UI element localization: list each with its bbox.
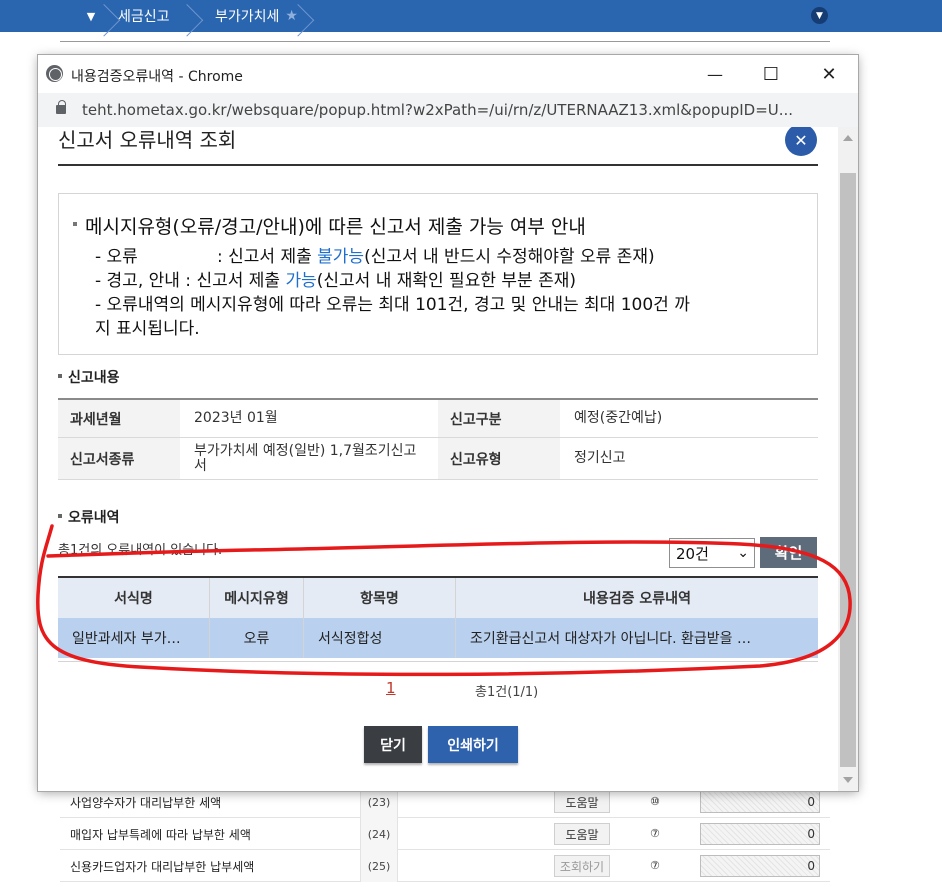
table-row: 과세년월 2023년 01월 신고구분 예정(중간예납) bbox=[58, 400, 818, 438]
notice-line-warning: - 경고, 안내 : 신고서 제출 가능(신고서 내 재확인 필요한 부분 존재… bbox=[95, 271, 576, 291]
chevron-down-icon[interactable]: ▼ bbox=[811, 7, 828, 24]
error-count-text: 총1건의 오류내역이 있습니다. bbox=[58, 543, 223, 558]
row-label: 신용카드업자가 대리납부한 납부세액 bbox=[70, 860, 255, 874]
amount-field[interactable]: 0 bbox=[700, 855, 820, 877]
column-header: 메시지유형 bbox=[210, 578, 304, 618]
row-mark: ⑦ bbox=[650, 827, 660, 840]
header-cell: 신고유형 bbox=[438, 438, 560, 479]
breadcrumb-separator bbox=[298, 0, 312, 32]
close-icon[interactable]: ✕ bbox=[785, 127, 817, 156]
window-titlebar: 내용검증오류내역 - Chrome — ☐ ✕ bbox=[38, 55, 858, 93]
window-close-button[interactable]: ✕ bbox=[800, 55, 858, 93]
row-mark: ⑦ bbox=[650, 859, 660, 872]
value-cell: 정기신고 bbox=[574, 450, 626, 466]
minimize-button[interactable]: — bbox=[686, 55, 744, 93]
table-row: 신용카드업자가 대리납부한 납부세액 (25) 조회하기 ⑦ 0 bbox=[60, 850, 830, 882]
print-button[interactable]: 인쇄하기 bbox=[428, 726, 518, 763]
form-name-cell[interactable]: 일반과세자 부가… bbox=[58, 618, 210, 658]
maximize-button[interactable]: ☐ bbox=[742, 55, 800, 93]
url-text[interactable]: teht.hometax.go.kr/websquare/popup.html?… bbox=[82, 101, 793, 119]
close-button[interactable]: 닫기 bbox=[364, 726, 422, 763]
globe-icon bbox=[46, 65, 63, 82]
section-title-errors: 오류내역 bbox=[58, 507, 120, 527]
scroll-up-arrow-icon[interactable] bbox=[843, 135, 853, 141]
breadcrumb-label: 세금신고 bbox=[118, 9, 170, 25]
item-name-cell[interactable]: 서식정합성 bbox=[304, 618, 456, 658]
error-table: 서식명 메시지유형 항목명 내용검증 오류내역 일반과세자 부가… 오류 서식정… bbox=[58, 576, 818, 662]
vertical-scrollbar[interactable] bbox=[838, 127, 858, 791]
table-header-row: 서식명 메시지유형 항목명 내용검증 오류내역 bbox=[58, 578, 818, 618]
breadcrumb-separator bbox=[104, 0, 118, 32]
column-header: 항목명 bbox=[304, 578, 456, 618]
column-header: 내용검증 오류내역 bbox=[583, 591, 691, 607]
notice-box: 메시지유형(오류/경고/안내)에 따른 신고서 제출 가능 여부 안내 - 오류… bbox=[58, 193, 818, 355]
title-divider bbox=[58, 164, 818, 166]
confirm-button[interactable]: 확인 bbox=[760, 537, 817, 568]
page-title: 신고서 오류내역 조회 bbox=[58, 128, 237, 152]
background-tax-table: 사업양수자가 대리납부한 세액 (23) 도움말 ⑩ 0 매입자 납부특례에 따… bbox=[60, 786, 830, 882]
row-label: 매입자 납부특례에 따라 납부한 세액 bbox=[70, 828, 251, 842]
background-table-header bbox=[60, 32, 830, 42]
section-title-report: 신고내용 bbox=[58, 367, 120, 387]
amount-field[interactable]: 0 bbox=[700, 791, 820, 813]
header-cell: 과세년월 bbox=[58, 400, 180, 437]
header-cell: 신고구분 bbox=[438, 400, 560, 437]
table-row: 매입자 납부특례에 따라 납부한 세액 (24) 도움말 ⑦ 0 bbox=[60, 818, 830, 850]
lock-icon bbox=[56, 100, 66, 114]
notice-heading: 메시지유형(오류/경고/안내)에 따른 신고서 제출 가능 여부 안내 bbox=[73, 212, 586, 239]
notice-line-limit: - 오류내역의 메시지유형에 따라 오류는 최대 101건, 경고 및 안내는 … bbox=[95, 295, 690, 315]
scroll-down-arrow-icon[interactable] bbox=[843, 777, 853, 783]
table-footer-line bbox=[58, 658, 818, 662]
message-type-cell[interactable]: 오류 bbox=[210, 618, 304, 658]
value-cell: 2023년 01월 bbox=[194, 410, 278, 426]
pagination-page-link[interactable]: 1 bbox=[386, 679, 396, 697]
scrollbar-thumb[interactable] bbox=[840, 173, 856, 767]
error-detail-cell[interactable]: 조기환급신고서 대상자가 아닙니다. 환급받을 … bbox=[456, 618, 818, 658]
table-row[interactable]: 일반과세자 부가… 오류 서식정합성 조기환급신고서 대상자가 아닙니다. 환급… bbox=[58, 618, 818, 658]
column-header: 서식명 bbox=[58, 578, 210, 618]
popup-browser-window: 내용검증오류내역 - Chrome — ☐ ✕ teht.hometax.go.… bbox=[38, 55, 858, 791]
notice-line-error: - 오류: 신고서 제출 불가능(신고서 내 반드시 수정해야할 오류 존재) bbox=[95, 247, 655, 267]
pagination-summary: 총1건(1/1) bbox=[475, 685, 539, 700]
lookup-button[interactable]: 조회하기 bbox=[554, 855, 610, 877]
page-size-select[interactable]: 20건 ⌄ bbox=[669, 538, 755, 568]
notice-line-limit-cont: 지 표시됩니다. bbox=[95, 319, 200, 339]
help-button[interactable]: 도움말 bbox=[554, 823, 610, 845]
breadcrumb-separator bbox=[187, 0, 201, 32]
help-button[interactable]: 도움말 bbox=[554, 791, 610, 813]
address-bar[interactable]: teht.hometax.go.kr/websquare/popup.html?… bbox=[38, 93, 858, 127]
row-mark: ⑩ bbox=[650, 795, 660, 808]
table-row: 신고서종류 부가가치세 예정(일반) 1,7월조기신고서 신고유형 정기신고 bbox=[58, 438, 818, 480]
value-cell: 부가가치세 예정(일반) 1,7월조기신고서 bbox=[194, 442, 417, 474]
row-number: (24) bbox=[360, 818, 398, 850]
row-number: (25) bbox=[360, 850, 398, 882]
row-label: 사업양수자가 대리납부한 세액 bbox=[70, 796, 222, 810]
report-detail-table: 과세년월 2023년 01월 신고구분 예정(중간예납) 신고서종류 부가가치세… bbox=[58, 398, 818, 480]
header-cell: 신고서종류 bbox=[58, 438, 180, 479]
breadcrumb-label: 부가가치세 bbox=[215, 9, 280, 25]
page-size-value: 20건 bbox=[676, 545, 709, 563]
popup-content: 신고서 오류내역 조회 ✕ 메시지유형(오류/경고/안내)에 따른 신고서 제출… bbox=[38, 127, 838, 791]
window-title: 내용검증오류내역 - Chrome bbox=[71, 69, 243, 85]
chevron-down-icon: ⌄ bbox=[737, 545, 749, 561]
amount-field[interactable]: 0 bbox=[700, 823, 820, 845]
top-navigation-bar: ▼ 세금신고 부가가치세 ★ ▼ bbox=[0, 0, 942, 32]
value-cell: 예정(중간예납) bbox=[574, 410, 663, 426]
breadcrumb-item-tax-report[interactable]: 세금신고 bbox=[118, 0, 170, 32]
